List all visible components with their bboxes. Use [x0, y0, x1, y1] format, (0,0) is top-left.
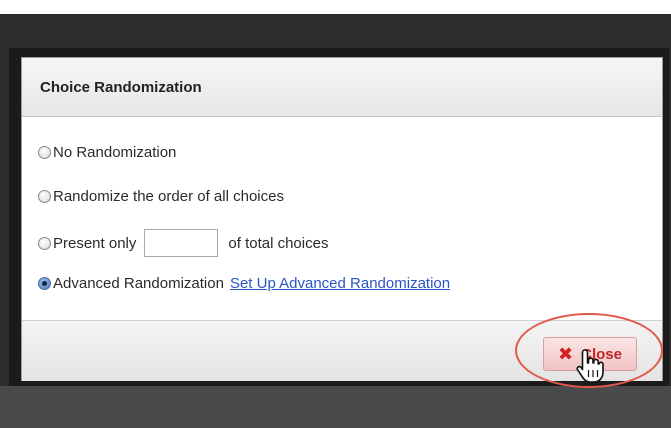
option-advanced-randomization[interactable]: Advanced Randomization Set Up Advanced R…: [38, 272, 450, 294]
option-label: Advanced Randomization: [53, 274, 224, 292]
option-present-only[interactable]: Present only of total choices: [38, 228, 328, 258]
radio-no-randomization[interactable]: [38, 145, 51, 159]
modal-overlay-bottom: [0, 386, 671, 428]
radio-advanced-randomization[interactable]: [38, 276, 51, 290]
option-label-after: of total choices: [228, 234, 329, 252]
set-up-advanced-randomization-link[interactable]: Set Up Advanced Randomization: [230, 275, 450, 292]
present-only-count-input[interactable]: [144, 229, 219, 257]
close-x-icon: ✖: [558, 344, 574, 364]
option-label-before: Present only: [53, 234, 137, 252]
option-no-randomization[interactable]: No Randomization: [38, 141, 176, 163]
radio-randomize-all[interactable]: [38, 189, 51, 203]
page-background: [0, 0, 671, 14]
dialog-title: Choice Randomization: [40, 79, 202, 96]
option-label: No Randomization: [53, 143, 177, 161]
hand-pointer-icon: [576, 349, 604, 383]
radio-present-only[interactable]: [38, 236, 51, 250]
option-label: Randomize the order of all choices: [53, 187, 284, 205]
dialog-footer: ✖ Close: [22, 320, 662, 381]
choice-randomization-dialog: Choice Randomization No Randomization Ra…: [22, 58, 662, 381]
option-randomize-all[interactable]: Randomize the order of all choices: [38, 185, 284, 207]
dialog-header: Choice Randomization: [22, 58, 662, 117]
